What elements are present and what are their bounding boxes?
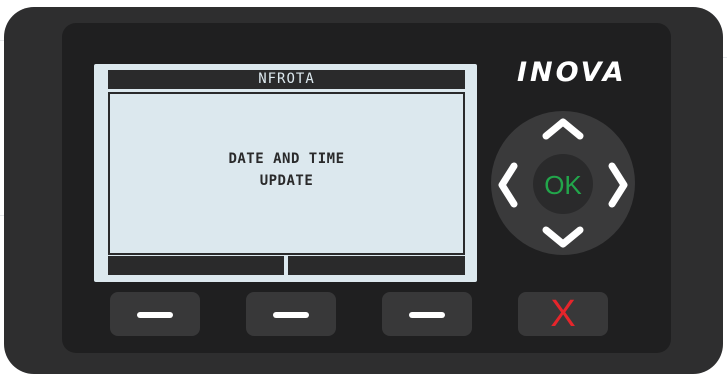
cancel-button[interactable]: X	[518, 292, 608, 336]
lcd-softkey-right	[288, 256, 465, 275]
function-button-2[interactable]	[246, 292, 336, 336]
function-button-3[interactable]	[382, 292, 472, 336]
lcd-message-line: UPDATE	[259, 173, 314, 189]
lcd-message: DATE AND TIME UPDATE	[110, 148, 463, 198]
function-button-1[interactable]	[110, 292, 200, 336]
ok-label: OK	[544, 170, 582, 200]
lcd-title: NFROTA	[258, 71, 315, 87]
navigation-pad: OK	[491, 111, 635, 255]
cancel-x-icon: X	[550, 293, 576, 335]
minus-icon	[409, 312, 445, 318]
lcd-message-line: DATE AND TIME	[228, 151, 345, 167]
minus-icon	[273, 312, 309, 318]
brand-logo: INOVA	[517, 57, 627, 88]
minus-icon	[137, 312, 173, 318]
lcd-softkey-left	[108, 256, 284, 275]
ok-button[interactable]: OK	[533, 154, 593, 214]
